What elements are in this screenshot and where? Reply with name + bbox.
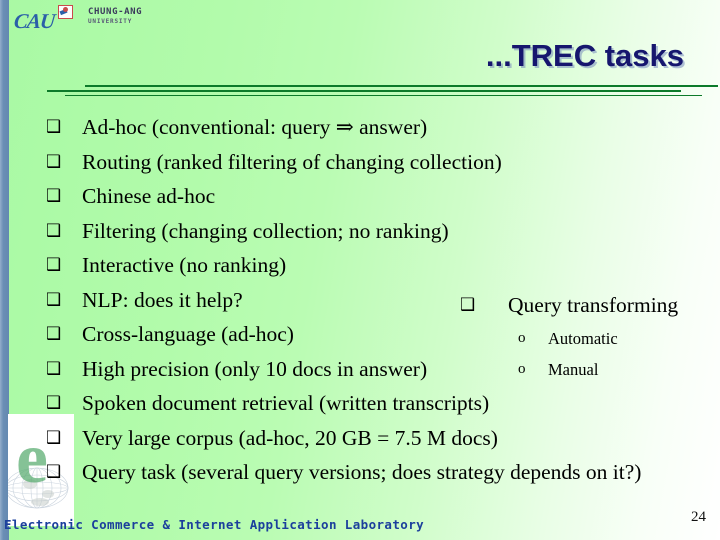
list-item-label: Cross-language (ad-hoc): [82, 322, 294, 346]
title-rule-bottom: [65, 95, 702, 96]
list-item-label: Spoken document retrieval (written trans…: [82, 391, 490, 415]
square-bullet-icon: ❑: [46, 324, 62, 344]
square-bullet-icon: ❑: [46, 220, 62, 241]
square-bullet-icon: ❑: [460, 295, 476, 315]
circle-bullet-icon: o: [518, 329, 526, 346]
square-bullet-icon: ❑: [46, 427, 62, 448]
list-item-label: Ad-hoc (conventional: query ⇒ answer): [82, 115, 428, 139]
list-item: ❑ Routing (ranked filtering of changing …: [0, 145, 720, 180]
cau-flag-icon: [58, 5, 73, 19]
university-name: CHUNG-ANG UNIVERSITY: [88, 7, 142, 26]
cau-wordmark-icon: CAU: [12, 5, 76, 33]
university-name-line2: UNIVERSITY: [88, 18, 133, 26]
square-bullet-icon: ❑: [46, 393, 62, 413]
list-item: ❑ Spoken document retrieval (written tra…: [0, 386, 720, 421]
square-bullet-icon: ❑: [46, 255, 62, 275]
list-item-label: NLP: does it help?: [82, 287, 243, 312]
list-item: o Manual: [460, 354, 720, 385]
university-logo: CAU CHUNG-ANG UNIVERSITY: [12, 2, 184, 36]
list-item-label: Routing (ranked filtering of changing co…: [82, 149, 502, 174]
square-bullet-icon: ❑: [46, 462, 62, 482]
query-transforming-group: ❑ Query transforming o Automatic o Manua…: [460, 288, 720, 385]
square-bullet-icon: ❑: [46, 358, 62, 379]
square-bullet-icon: ❑: [46, 289, 62, 310]
title-rule-middle: [47, 90, 681, 92]
list-item: o Automatic: [460, 323, 720, 354]
square-bullet-icon: ❑: [46, 151, 62, 172]
list-item: ❑ Query transforming: [460, 288, 720, 323]
page-title: ...TREC tasks: [485, 38, 684, 73]
list-item: ❑ Query task (several query versions; do…: [0, 455, 720, 490]
list-item: ❑ Interactive (no ranking): [0, 248, 720, 283]
lab-name-footer: Electronic Commerce & Internet Applicati…: [4, 517, 425, 532]
square-bullet-icon: ❑: [46, 186, 62, 206]
square-bullet-icon: ❑: [46, 117, 62, 137]
page-number: 24: [691, 509, 706, 525]
list-item-label: Very large corpus (ad-hoc, 20 GB = 7.5 M…: [82, 425, 498, 450]
list-item: ❑ Chinese ad-hoc: [0, 179, 720, 214]
list-item-label: Query transforming: [508, 293, 679, 317]
list-item-label: High precision (only 10 docs in answer): [82, 356, 428, 381]
list-item-label: Manual: [548, 359, 599, 379]
list-item-label: Automatic: [548, 328, 618, 348]
list-item-label: Chinese ad-hoc: [82, 184, 216, 208]
list-item: ❑ Filtering (changing collection; no ran…: [0, 214, 720, 249]
title-rule-top: [85, 85, 718, 87]
list-item: ❑ Very large corpus (ad-hoc, 20 GB = 7.5…: [0, 421, 720, 456]
cau-wordmark-text: CAU: [12, 9, 56, 33]
list-item: ❑ Ad-hoc (conventional: query ⇒ answer): [0, 110, 720, 145]
slide-body: ❑ Ad-hoc (conventional: query ⇒ answer) …: [0, 110, 720, 505]
university-name-line1: CHUNG-ANG: [88, 7, 143, 17]
list-item-label: Interactive (no ranking): [82, 253, 287, 277]
list-item-label: Filtering (changing collection; no ranki…: [82, 218, 449, 243]
slide-canvas: CAU CHUNG-ANG UNIVERSITY ...TREC tasks e…: [0, 0, 720, 540]
circle-bullet-icon: o: [518, 360, 526, 377]
list-item-label: Query task (several query versions; does…: [82, 460, 642, 484]
